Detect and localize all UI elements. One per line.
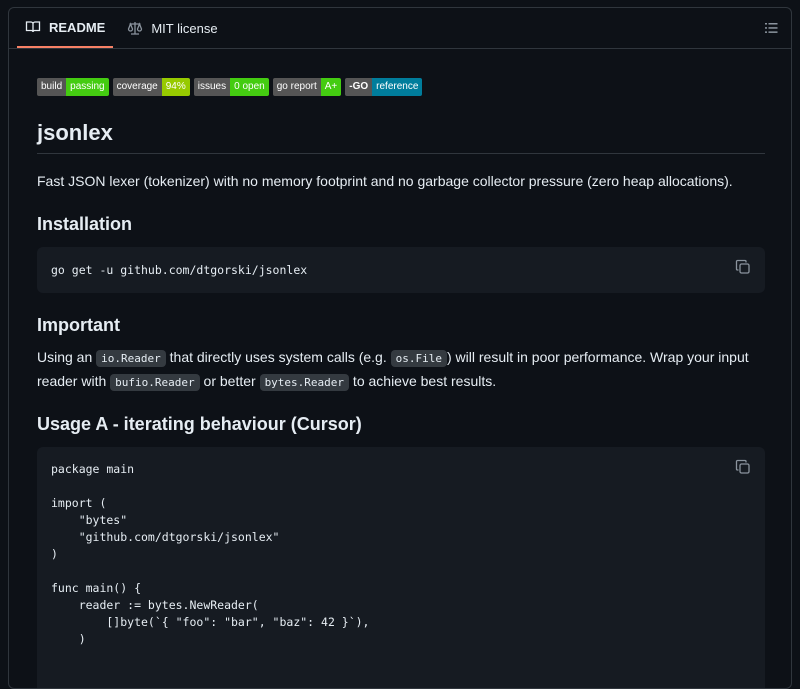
copy-icon[interactable] [735, 459, 751, 475]
important-heading: Important [37, 315, 120, 335]
text: or better [199, 373, 260, 389]
badge-label: issues [193, 78, 231, 96]
book-icon [25, 19, 41, 35]
badge-build[interactable]: build passing [37, 78, 109, 96]
inline-code: bufio.Reader [110, 374, 200, 391]
badge-value: reference [372, 78, 423, 96]
badge-row: build passing coverage 94% issues 0 open… [37, 78, 765, 96]
readme-title: jsonlex [37, 120, 765, 154]
tab-bar: README MIT license [9, 8, 791, 49]
badge-value: 94% [161, 78, 190, 96]
badge-value: A+ [320, 78, 342, 96]
tab-readme[interactable]: README [17, 8, 114, 48]
badge-label: build [37, 78, 67, 96]
readme-content: build passing coverage 94% issues 0 open… [37, 78, 765, 688]
description: Fast JSON lexer (tokenizer) with no memo… [37, 173, 733, 189]
tab-readme-label: README [49, 19, 106, 35]
badge-label: -GO [345, 78, 373, 96]
install-command: go get -u github.com/dtgorski/jsonlex [51, 263, 308, 277]
badge-label: go report [272, 78, 321, 96]
badge-issues[interactable]: issues 0 open [193, 78, 269, 96]
tab-license-label: MIT license [151, 20, 218, 36]
inline-code: io.Reader [96, 350, 166, 367]
important-paragraph: Using an io.Reader that directly uses sy… [37, 346, 765, 394]
outline-list-icon[interactable] [763, 20, 779, 36]
usage-a-heading: Usage A - iterating behaviour (Cursor) [37, 414, 362, 434]
tab-license[interactable]: MIT license [119, 8, 225, 48]
badge-label: coverage [112, 78, 162, 96]
copy-icon[interactable] [735, 259, 751, 275]
install-code-block: go get -u github.com/dtgorski/jsonlex [37, 247, 765, 293]
badge-value: passing [66, 78, 109, 96]
text: that directly uses system calls (e.g. [165, 349, 391, 365]
badge-go-report[interactable]: go report A+ [272, 78, 342, 96]
inline-code: bytes.Reader [259, 374, 350, 391]
usage-a-code-block: package main import ( "bytes" "github.co… [37, 447, 765, 688]
text: Using an [37, 349, 97, 365]
badge-coverage[interactable]: coverage 94% [112, 78, 190, 96]
inline-code: os.File [390, 350, 447, 367]
text: to achieve best results. [349, 373, 497, 389]
badge-go-reference[interactable]: -GO reference [345, 78, 423, 96]
installation-heading: Installation [37, 214, 133, 234]
usage-a-code: package main import ( "bytes" "github.co… [51, 462, 370, 646]
badge-value: 0 open [230, 78, 269, 96]
law-icon [127, 20, 143, 36]
readme-panel: README MIT license build passing coverag… [8, 7, 792, 689]
